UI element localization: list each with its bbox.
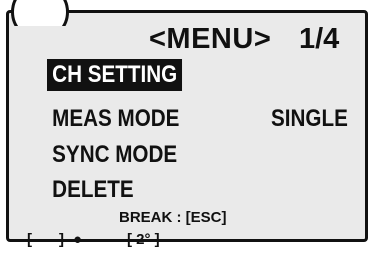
status-line: [ ] ● [ 2° ]	[27, 231, 187, 253]
menu-item-sync-mode[interactable]: SYNC MODE	[47, 139, 182, 171]
status-bracket-right: ]	[59, 231, 64, 248]
status-angle: [ 2° ]	[127, 231, 160, 248]
page-indicator: 1/4	[299, 23, 340, 55]
menu-item-meas-mode[interactable]: MEAS MODE	[47, 103, 185, 135]
status-dot-icon: ●	[73, 231, 83, 248]
meas-mode-value: SINGLE	[271, 105, 348, 132]
menu-item-delete[interactable]: DELETE	[47, 174, 139, 206]
menu-item-ch-setting[interactable]: CH SETTING	[47, 59, 183, 91]
break-hint: BREAK : [ESC]	[119, 209, 227, 226]
lcd-screen: <MENU> 1/4 CH SETTING MEAS MODE SINGLE S…	[6, 0, 368, 248]
menu-title: <MENU>	[149, 23, 272, 55]
status-bracket-left: [	[27, 231, 32, 248]
